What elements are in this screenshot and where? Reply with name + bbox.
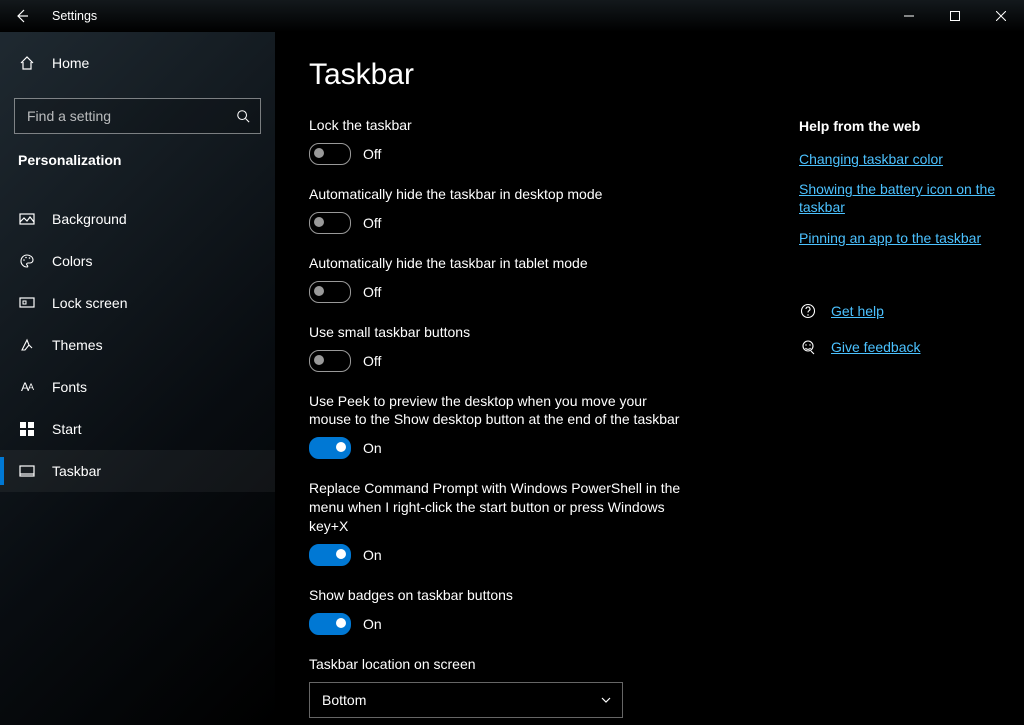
setting-powershell: Replace Command Prompt with Windows Powe… bbox=[309, 479, 729, 566]
setting-badges: Show badges on taskbar buttons On bbox=[309, 586, 729, 635]
sidebar-item-themes[interactable]: Themes bbox=[0, 324, 275, 366]
lockscreen-icon bbox=[18, 294, 36, 312]
search-input[interactable] bbox=[25, 107, 236, 125]
feedback-row[interactable]: Give feedback bbox=[799, 333, 1004, 361]
sidebar-item-colors[interactable]: Colors bbox=[0, 240, 275, 282]
content: Taskbar Lock the taskbar Off Automatical… bbox=[275, 32, 1024, 725]
toggle-lock-taskbar[interactable] bbox=[309, 143, 351, 165]
sidebar-item-label: Background bbox=[52, 211, 127, 227]
setting-label: Automatically hide the taskbar in deskto… bbox=[309, 185, 729, 204]
dropdown-taskbar-location[interactable]: Bottom bbox=[309, 682, 623, 718]
sidebar-item-start[interactable]: Start bbox=[0, 408, 275, 450]
themes-icon bbox=[18, 336, 36, 354]
toggle-state: Off bbox=[363, 353, 381, 369]
sidebar-item-label: Start bbox=[52, 421, 82, 437]
sidebar-item-label: Taskbar bbox=[52, 463, 101, 479]
sidebar-item-fonts[interactable]: AA Fonts bbox=[0, 366, 275, 408]
toggle-state: On bbox=[363, 440, 382, 456]
setting-small-buttons: Use small taskbar buttons Off bbox=[309, 323, 729, 372]
sidebar-item-label: Colors bbox=[52, 253, 92, 269]
toggle-autohide-tablet[interactable] bbox=[309, 281, 351, 303]
window-close-button[interactable] bbox=[978, 0, 1024, 32]
location-label: Taskbar location on screen bbox=[309, 655, 729, 674]
sidebar-item-background[interactable]: Background bbox=[0, 198, 275, 240]
taskbar-icon bbox=[18, 462, 36, 480]
window-maximize-button[interactable] bbox=[932, 0, 978, 32]
settings-column: Taskbar Lock the taskbar Off Automatical… bbox=[309, 50, 749, 725]
sidebar-category: Personalization bbox=[0, 148, 275, 180]
feedback-link[interactable]: Give feedback bbox=[831, 339, 921, 355]
get-help-link[interactable]: Get help bbox=[831, 303, 884, 319]
palette-icon bbox=[18, 252, 36, 270]
toggle-state: On bbox=[363, 547, 382, 563]
toggle-state: Off bbox=[363, 146, 381, 162]
window-minimize-button[interactable] bbox=[886, 0, 932, 32]
start-icon bbox=[18, 420, 36, 438]
setting-peek: Use Peek to preview the desktop when you… bbox=[309, 392, 729, 460]
toggle-small-buttons[interactable] bbox=[309, 350, 351, 372]
setting-lock-taskbar: Lock the taskbar Off bbox=[309, 116, 729, 165]
fonts-icon: AA bbox=[18, 378, 36, 396]
page-title: Taskbar bbox=[309, 58, 729, 92]
toggle-state: Off bbox=[363, 215, 381, 231]
setting-label: Lock the taskbar bbox=[309, 116, 729, 135]
help-link-battery[interactable]: Showing the battery icon on the taskbar bbox=[799, 180, 999, 216]
help-icon bbox=[799, 302, 817, 320]
toggle-powershell[interactable] bbox=[309, 544, 351, 566]
home-icon bbox=[18, 54, 36, 72]
sidebar: Home Personalization Background Colors bbox=[0, 32, 275, 725]
help-link-color[interactable]: Changing taskbar color bbox=[799, 150, 999, 168]
sidebar-item-lockscreen[interactable]: Lock screen bbox=[0, 282, 275, 324]
picture-icon bbox=[18, 210, 36, 228]
window-title: Settings bbox=[44, 9, 97, 23]
setting-label: Automatically hide the taskbar in tablet… bbox=[309, 254, 729, 273]
setting-label: Use Peek to preview the desktop when you… bbox=[309, 392, 689, 430]
setting-label: Show badges on taskbar buttons bbox=[309, 586, 729, 605]
dropdown-value: Bottom bbox=[322, 692, 366, 708]
toggle-badges[interactable] bbox=[309, 613, 351, 635]
sidebar-item-label: Themes bbox=[52, 337, 103, 353]
sidebar-item-taskbar[interactable]: Taskbar bbox=[0, 450, 275, 492]
help-heading: Help from the web bbox=[799, 118, 1004, 134]
sidebar-home[interactable]: Home bbox=[0, 42, 275, 84]
feedback-icon bbox=[799, 338, 817, 356]
toggle-autohide-desktop[interactable] bbox=[309, 212, 351, 234]
back-button[interactable] bbox=[0, 0, 44, 32]
search-input-wrapper[interactable] bbox=[14, 98, 261, 134]
setting-autohide-tablet: Automatically hide the taskbar in tablet… bbox=[309, 254, 729, 303]
help-column: Help from the web Changing taskbar color… bbox=[749, 50, 1004, 725]
setting-label: Use small taskbar buttons bbox=[309, 323, 729, 342]
sidebar-home-label: Home bbox=[52, 55, 89, 71]
setting-label: Replace Command Prompt with Windows Powe… bbox=[309, 479, 689, 536]
titlebar: Settings bbox=[0, 0, 1024, 32]
search-icon bbox=[236, 109, 250, 123]
sidebar-item-label: Lock screen bbox=[52, 295, 127, 311]
toggle-state: On bbox=[363, 616, 382, 632]
toggle-state: Off bbox=[363, 284, 381, 300]
chevron-down-icon bbox=[600, 694, 612, 706]
setting-autohide-desktop: Automatically hide the taskbar in deskto… bbox=[309, 185, 729, 234]
toggle-peek[interactable] bbox=[309, 437, 351, 459]
get-help-row[interactable]: Get help bbox=[799, 297, 1004, 325]
sidebar-item-label: Fonts bbox=[52, 379, 87, 395]
help-link-pin[interactable]: Pinning an app to the taskbar bbox=[799, 229, 999, 247]
